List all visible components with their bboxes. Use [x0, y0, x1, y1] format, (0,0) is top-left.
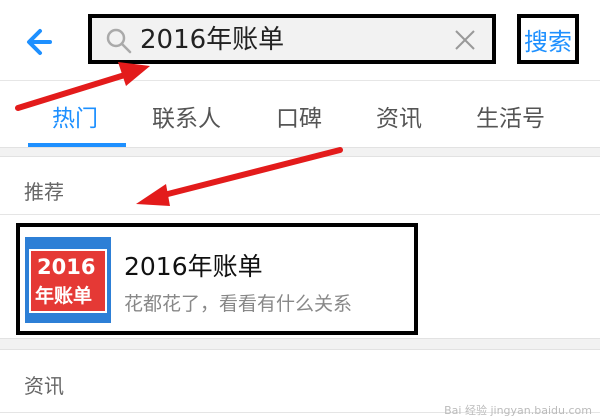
- annotation-arrow-to-recommend: [136, 147, 343, 206]
- search-icon: [106, 28, 132, 54]
- thumbnail-bill-text: 年账单: [35, 285, 93, 307]
- section-gap: [0, 147, 600, 157]
- thumbnail-year-text: 2016: [37, 255, 96, 279]
- result-thumbnail: 2016 年账单: [25, 237, 111, 323]
- tab-hot[interactable]: 热门: [52, 99, 98, 133]
- tab-contacts[interactable]: 联系人: [152, 99, 221, 133]
- top-bar: 2016年账单 搜索: [0, 0, 600, 81]
- search-button-label: 搜索: [524, 27, 572, 56]
- section-gap: [0, 338, 600, 350]
- clear-icon[interactable]: [452, 27, 478, 53]
- recommend-section-label: 推荐: [24, 180, 64, 204]
- thumbnail-card: 2016 年账单: [29, 249, 107, 313]
- category-tabs: 热门 联系人 口碑 资讯 生活号: [0, 81, 600, 147]
- search-input[interactable]: 2016年账单: [88, 14, 496, 64]
- result-title: 2016年账单: [124, 252, 263, 281]
- watermark: Bai 经验 jingyan.baidu.com: [444, 404, 592, 417]
- tab-koubei[interactable]: 口碑: [276, 99, 322, 133]
- result-subtitle: 花都花了，看看有什么关系: [124, 293, 353, 315]
- search-result-item[interactable]: 2016 年账单 2016年账单 花都花了，看看有什么关系: [16, 223, 418, 335]
- news-section-label: 资讯: [24, 374, 64, 398]
- search-query-text: 2016年账单: [140, 25, 285, 55]
- tab-news[interactable]: 资讯: [376, 99, 422, 133]
- back-arrow-icon[interactable]: [22, 22, 62, 62]
- search-button[interactable]: 搜索: [517, 14, 579, 64]
- tab-life-accounts[interactable]: 生活号: [476, 99, 545, 133]
- divider: [0, 214, 600, 215]
